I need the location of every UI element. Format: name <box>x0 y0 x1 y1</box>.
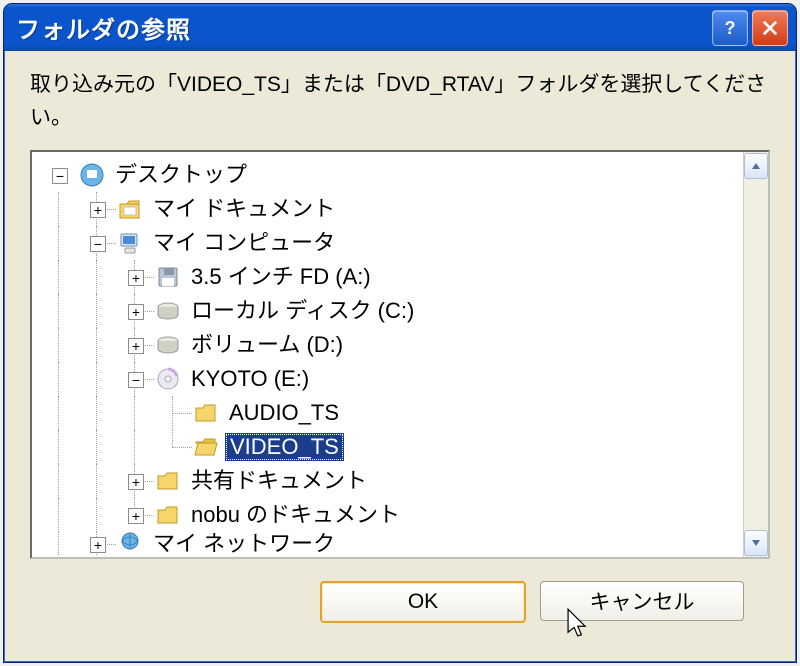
chevron-down-icon <box>751 539 761 547</box>
collapse-icon[interactable]: − <box>128 372 144 388</box>
tree-item-ddrive[interactable]: + ボリューム (D:) <box>40 328 764 362</box>
cancel-button[interactable]: キャンセル <box>540 581 744 621</box>
tree-item-video-ts[interactable]: VIDEO_TS <box>40 430 764 464</box>
dvd-drive-icon <box>154 365 182 393</box>
help-button[interactable]: ? <box>712 10 748 46</box>
expand-icon[interactable]: + <box>128 338 144 354</box>
button-label: OK <box>408 590 438 614</box>
tree-label: マイ コンピュータ <box>150 231 338 255</box>
folder-open-icon <box>192 433 220 461</box>
ok-button[interactable]: OK <box>320 581 526 623</box>
drive-icon <box>154 331 182 359</box>
collapse-icon[interactable]: − <box>90 236 106 252</box>
computer-icon <box>116 229 144 257</box>
drive-icon <box>154 297 182 325</box>
button-row: OK キャンセル <box>30 559 770 623</box>
tree-item-shareddocs[interactable]: + 共有ドキュメント <box>40 464 764 498</box>
tree-item-desktop[interactable]: − デスクトップ <box>40 158 764 192</box>
tree-label: 3.5 インチ FD (A:) <box>188 265 374 289</box>
tree-label: デスクトップ <box>112 163 250 187</box>
tree-label: 共有ドキュメント <box>188 469 370 493</box>
scrollbar-vertical[interactable] <box>743 152 768 557</box>
dialog-title: フォルダの参照 <box>16 10 712 45</box>
tree-item-nobudocs[interactable]: + nobu のドキュメント <box>40 498 764 532</box>
collapse-icon[interactable]: − <box>52 168 68 184</box>
chevron-up-icon <box>751 162 761 170</box>
close-icon <box>761 19 779 37</box>
tree-label: ローカル ディスク (C:) <box>188 299 417 323</box>
tree-label: マイ ネットワーク <box>150 532 338 556</box>
svg-text:?: ? <box>725 18 736 38</box>
scroll-up-button[interactable] <box>744 153 768 179</box>
tree-label: ボリューム (D:) <box>188 333 346 357</box>
titlebar: フォルダの参照 ? <box>4 4 796 51</box>
expand-icon[interactable]: + <box>128 270 144 286</box>
mydocs-icon <box>116 195 144 223</box>
expand-icon[interactable]: + <box>128 508 144 524</box>
tree-label-selected: VIDEO_TS <box>226 434 343 460</box>
tree-label: AUDIO_TS <box>226 401 342 425</box>
tree-item-floppy[interactable]: + 3.5 インチ FD (A:) <box>40 260 764 294</box>
tree-label: マイ ドキュメント <box>150 197 338 221</box>
tree-item-mydocs[interactable]: + マイ ドキュメント <box>40 192 764 226</box>
folder-icon <box>154 501 182 529</box>
folder-icon <box>154 467 182 495</box>
desktop-icon <box>78 161 106 189</box>
browse-folder-dialog: フォルダの参照 ? 取り込み元の「VIDEO_TS」または「DVD_RTAV」フ… <box>3 3 797 663</box>
titlebar-buttons: ? <box>712 10 788 46</box>
tree-item-cdrive[interactable]: + ローカル ディスク (C:) <box>40 294 764 328</box>
instruction-text: 取り込み元の「VIDEO_TS」または「DVD_RTAV」フォルダを選択してくだ… <box>30 69 770 134</box>
scroll-down-button[interactable] <box>744 530 768 556</box>
folder-icon <box>192 399 220 427</box>
expand-icon[interactable]: + <box>90 202 106 218</box>
tree-item-mycomputer[interactable]: − マイ コンピュータ <box>40 226 764 260</box>
folder-tree[interactable]: − デスクトップ + マイ ドキュメント <box>32 152 768 559</box>
expand-icon[interactable]: + <box>90 537 106 553</box>
expand-icon[interactable]: + <box>128 304 144 320</box>
network-icon <box>116 532 144 556</box>
floppy-icon <box>154 263 182 291</box>
folder-tree-panel: − デスクトップ + マイ ドキュメント <box>30 150 770 559</box>
tree-label: nobu のドキュメント <box>188 503 403 527</box>
button-label: キャンセル <box>590 586 695 616</box>
help-icon: ? <box>720 18 740 38</box>
tree-item-mynetwork[interactable]: + マイ ネットワーク <box>40 532 764 556</box>
dialog-body: 取り込み元の「VIDEO_TS」または「DVD_RTAV」フォルダを選択してくだ… <box>4 51 796 641</box>
tree-label: KYOTO (E:) <box>188 367 312 391</box>
tree-item-audio-ts[interactable]: AUDIO_TS <box>40 396 764 430</box>
tree-item-edrive[interactable]: − KYOTO (E:) <box>40 362 764 396</box>
expand-icon[interactable]: + <box>128 474 144 490</box>
close-button[interactable] <box>752 10 788 46</box>
